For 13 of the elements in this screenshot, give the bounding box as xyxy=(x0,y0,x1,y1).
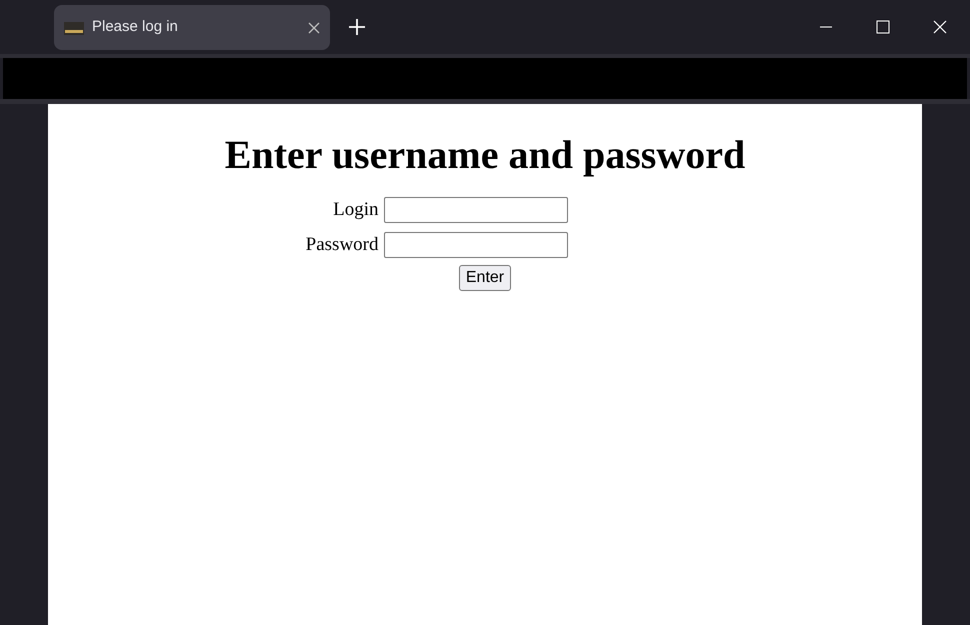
maximize-icon[interactable] xyxy=(876,20,890,34)
enter-button[interactable]: Enter xyxy=(458,265,512,291)
field-label: Password xyxy=(304,232,378,256)
close-tab-icon[interactable] xyxy=(308,22,320,34)
close-window-icon[interactable] xyxy=(933,20,947,34)
input-field[interactable] xyxy=(384,197,568,224)
input-field[interactable] xyxy=(384,232,568,258)
new-tab-icon[interactable] xyxy=(348,18,366,36)
tab-favicon-icon xyxy=(64,20,84,36)
tab-title: Please log in xyxy=(92,17,179,38)
browser-tab[interactable]: Please log in xyxy=(54,5,330,50)
page-heading: Enter username and password xyxy=(224,131,746,179)
field-label: Login xyxy=(332,198,378,222)
